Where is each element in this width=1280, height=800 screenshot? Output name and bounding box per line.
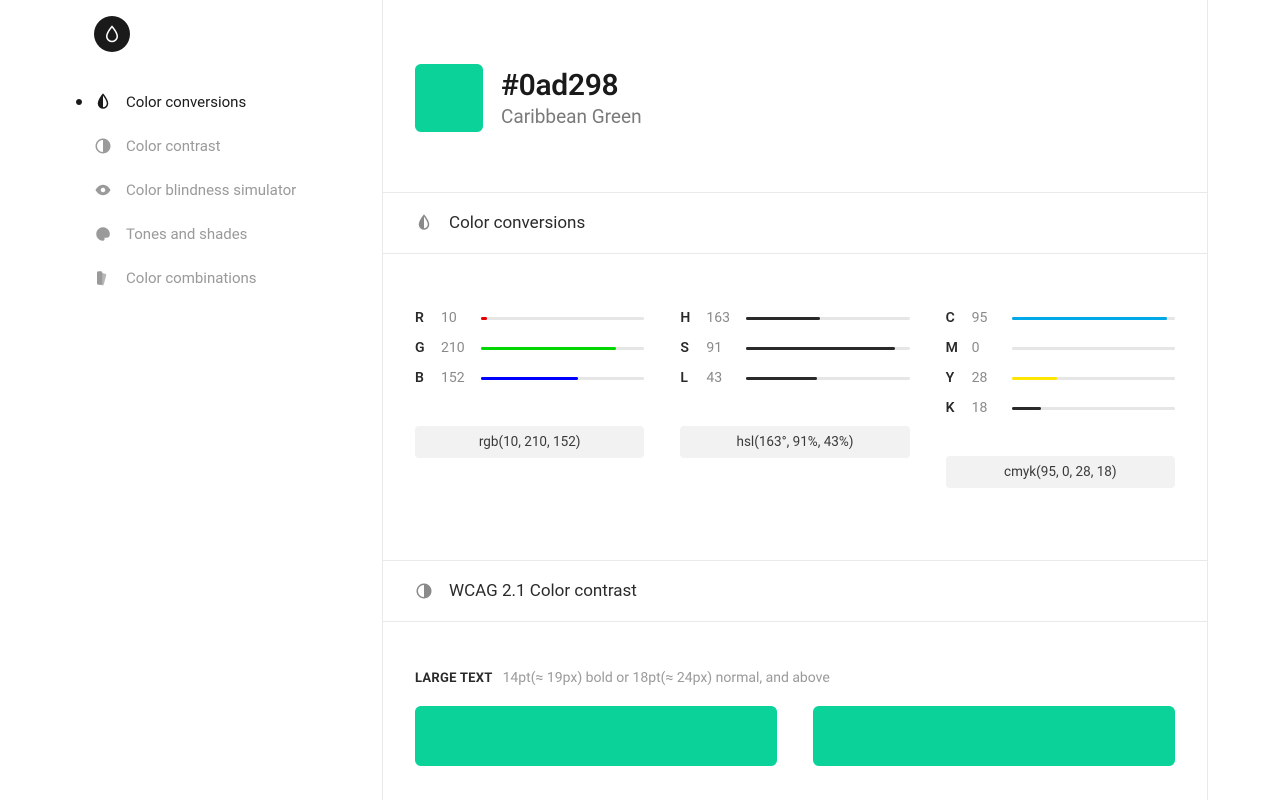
section-title-label: Color conversions: [449, 213, 585, 233]
channel-label: L: [680, 370, 696, 386]
sidebar-item-label: Color contrast: [126, 137, 221, 155]
channel-bar-fill: [746, 347, 895, 350]
channel-value: 0: [972, 340, 1002, 356]
conversions-body: R 10 G 210 B 152 rgb(10, 210, 152) H 163 S 91 L 43 h…: [383, 254, 1207, 560]
large-text-label: LARGE TEXT: [415, 671, 493, 686]
channel-label: H: [680, 310, 696, 326]
sidebar: Color conversions Color contrast Color b…: [0, 0, 382, 800]
channel-bar-fill: [481, 317, 487, 320]
contrast-card: [813, 706, 1175, 766]
sidebar-item-label: Color conversions: [126, 93, 246, 111]
cmyk-column: C95M0Y28K18cmyk(95, 0, 28, 18): [946, 310, 1175, 488]
palette-icon: [94, 225, 112, 243]
channel-row: L 43: [680, 370, 909, 386]
channel-value: 10: [441, 310, 471, 326]
channel-bar: [746, 317, 909, 320]
channel-bar: [481, 377, 644, 380]
color-swatch: [415, 64, 483, 132]
channel-bar: [746, 347, 909, 350]
channel-row: B 152: [415, 370, 644, 386]
sidebar-item-conversions[interactable]: Color conversions: [94, 80, 382, 124]
channel-bar-fill: [481, 347, 616, 350]
color-hex: #0ad298: [501, 68, 642, 103]
channel-bar: [746, 377, 909, 380]
channel-value: 152: [441, 370, 471, 386]
channel-label: R: [415, 310, 431, 326]
nav-list: Color conversions Color contrast Color b…: [94, 80, 382, 300]
large-text-desc: 14pt(≈ 19px) bold or 18pt(≈ 24px) normal…: [503, 670, 830, 686]
channel-row: R 10: [415, 310, 644, 326]
channel-row: Y 28: [946, 370, 1175, 386]
main-content: #0ad298 Caribbean Green Color conversion…: [382, 0, 1208, 800]
section-title-label: WCAG 2.1 Color contrast: [449, 581, 637, 601]
channel-label: M: [946, 340, 962, 356]
channel-value: 43: [706, 370, 736, 386]
color-code-chip[interactable]: hsl(163°, 91%, 43%): [680, 426, 909, 458]
channel-value: 95: [972, 310, 1002, 326]
sidebar-item-label: Color combinations: [126, 269, 257, 287]
channel-label: B: [415, 370, 431, 386]
channel-bar-fill: [1012, 377, 1058, 380]
sidebar-item-tones[interactable]: Tones and shades: [94, 212, 382, 256]
swatches-icon: [94, 269, 112, 287]
channel-row: S 91: [680, 340, 909, 356]
invert-icon: [94, 93, 112, 111]
channel-bar: [481, 317, 644, 320]
section-title-contrast: WCAG 2.1 Color contrast: [383, 560, 1207, 622]
channel-label: C: [946, 310, 962, 326]
channel-bar: [1012, 407, 1175, 410]
channel-bar-fill: [746, 377, 816, 380]
eye-icon: [94, 181, 112, 199]
hsl-column: H 163 S 91 L 43 hsl(163°, 91%, 43%): [680, 310, 909, 488]
channel-bar-fill: [746, 317, 820, 320]
channel-row: C 95: [946, 310, 1175, 326]
channel-row: M0: [946, 340, 1175, 356]
sidebar-item-combinations[interactable]: Color combinations: [94, 256, 382, 300]
channel-label: K: [946, 400, 962, 416]
section-title-conversions: Color conversions: [383, 192, 1207, 254]
sidebar-item-label: Tones and shades: [126, 225, 247, 243]
channel-value: 18: [972, 400, 1002, 416]
channel-bar-fill: [481, 377, 578, 380]
channel-bar-fill: [1012, 317, 1167, 320]
channel-bar: [1012, 347, 1175, 350]
channel-row: K 18: [946, 400, 1175, 416]
color-code-chip[interactable]: rgb(10, 210, 152): [415, 426, 644, 458]
rgb-column: R 10 G 210 B 152 rgb(10, 210, 152): [415, 310, 644, 488]
channel-value: 91: [706, 340, 736, 356]
channel-value: 210: [441, 340, 471, 356]
sidebar-item-blindness[interactable]: Color blindness simulator: [94, 168, 382, 212]
drop-icon: [103, 25, 121, 43]
logo[interactable]: [94, 16, 130, 52]
channel-label: S: [680, 340, 696, 356]
contrast-icon: [94, 137, 112, 155]
channel-label: Y: [946, 370, 962, 386]
color-header: #0ad298 Caribbean Green: [383, 0, 1207, 192]
contrast-icon: [415, 582, 433, 600]
channel-row: H 163: [680, 310, 909, 326]
color-code-chip[interactable]: cmyk(95, 0, 28, 18): [946, 456, 1175, 488]
color-name: Caribbean Green: [501, 105, 642, 128]
channel-bar: [1012, 317, 1175, 320]
channel-bar-fill: [1012, 407, 1041, 410]
contrast-body: LARGE TEXT 14pt(≈ 19px) bold or 18pt(≈ 2…: [383, 622, 1207, 766]
invert-icon: [415, 214, 433, 232]
sidebar-item-contrast[interactable]: Color contrast: [94, 124, 382, 168]
channel-bar: [481, 347, 644, 350]
sidebar-item-label: Color blindness simulator: [126, 181, 296, 199]
channel-value: 28: [972, 370, 1002, 386]
channel-row: G 210: [415, 340, 644, 356]
channel-value: 163: [706, 310, 736, 326]
channel-label: G: [415, 340, 431, 356]
channel-bar: [1012, 377, 1175, 380]
contrast-card: [415, 706, 777, 766]
